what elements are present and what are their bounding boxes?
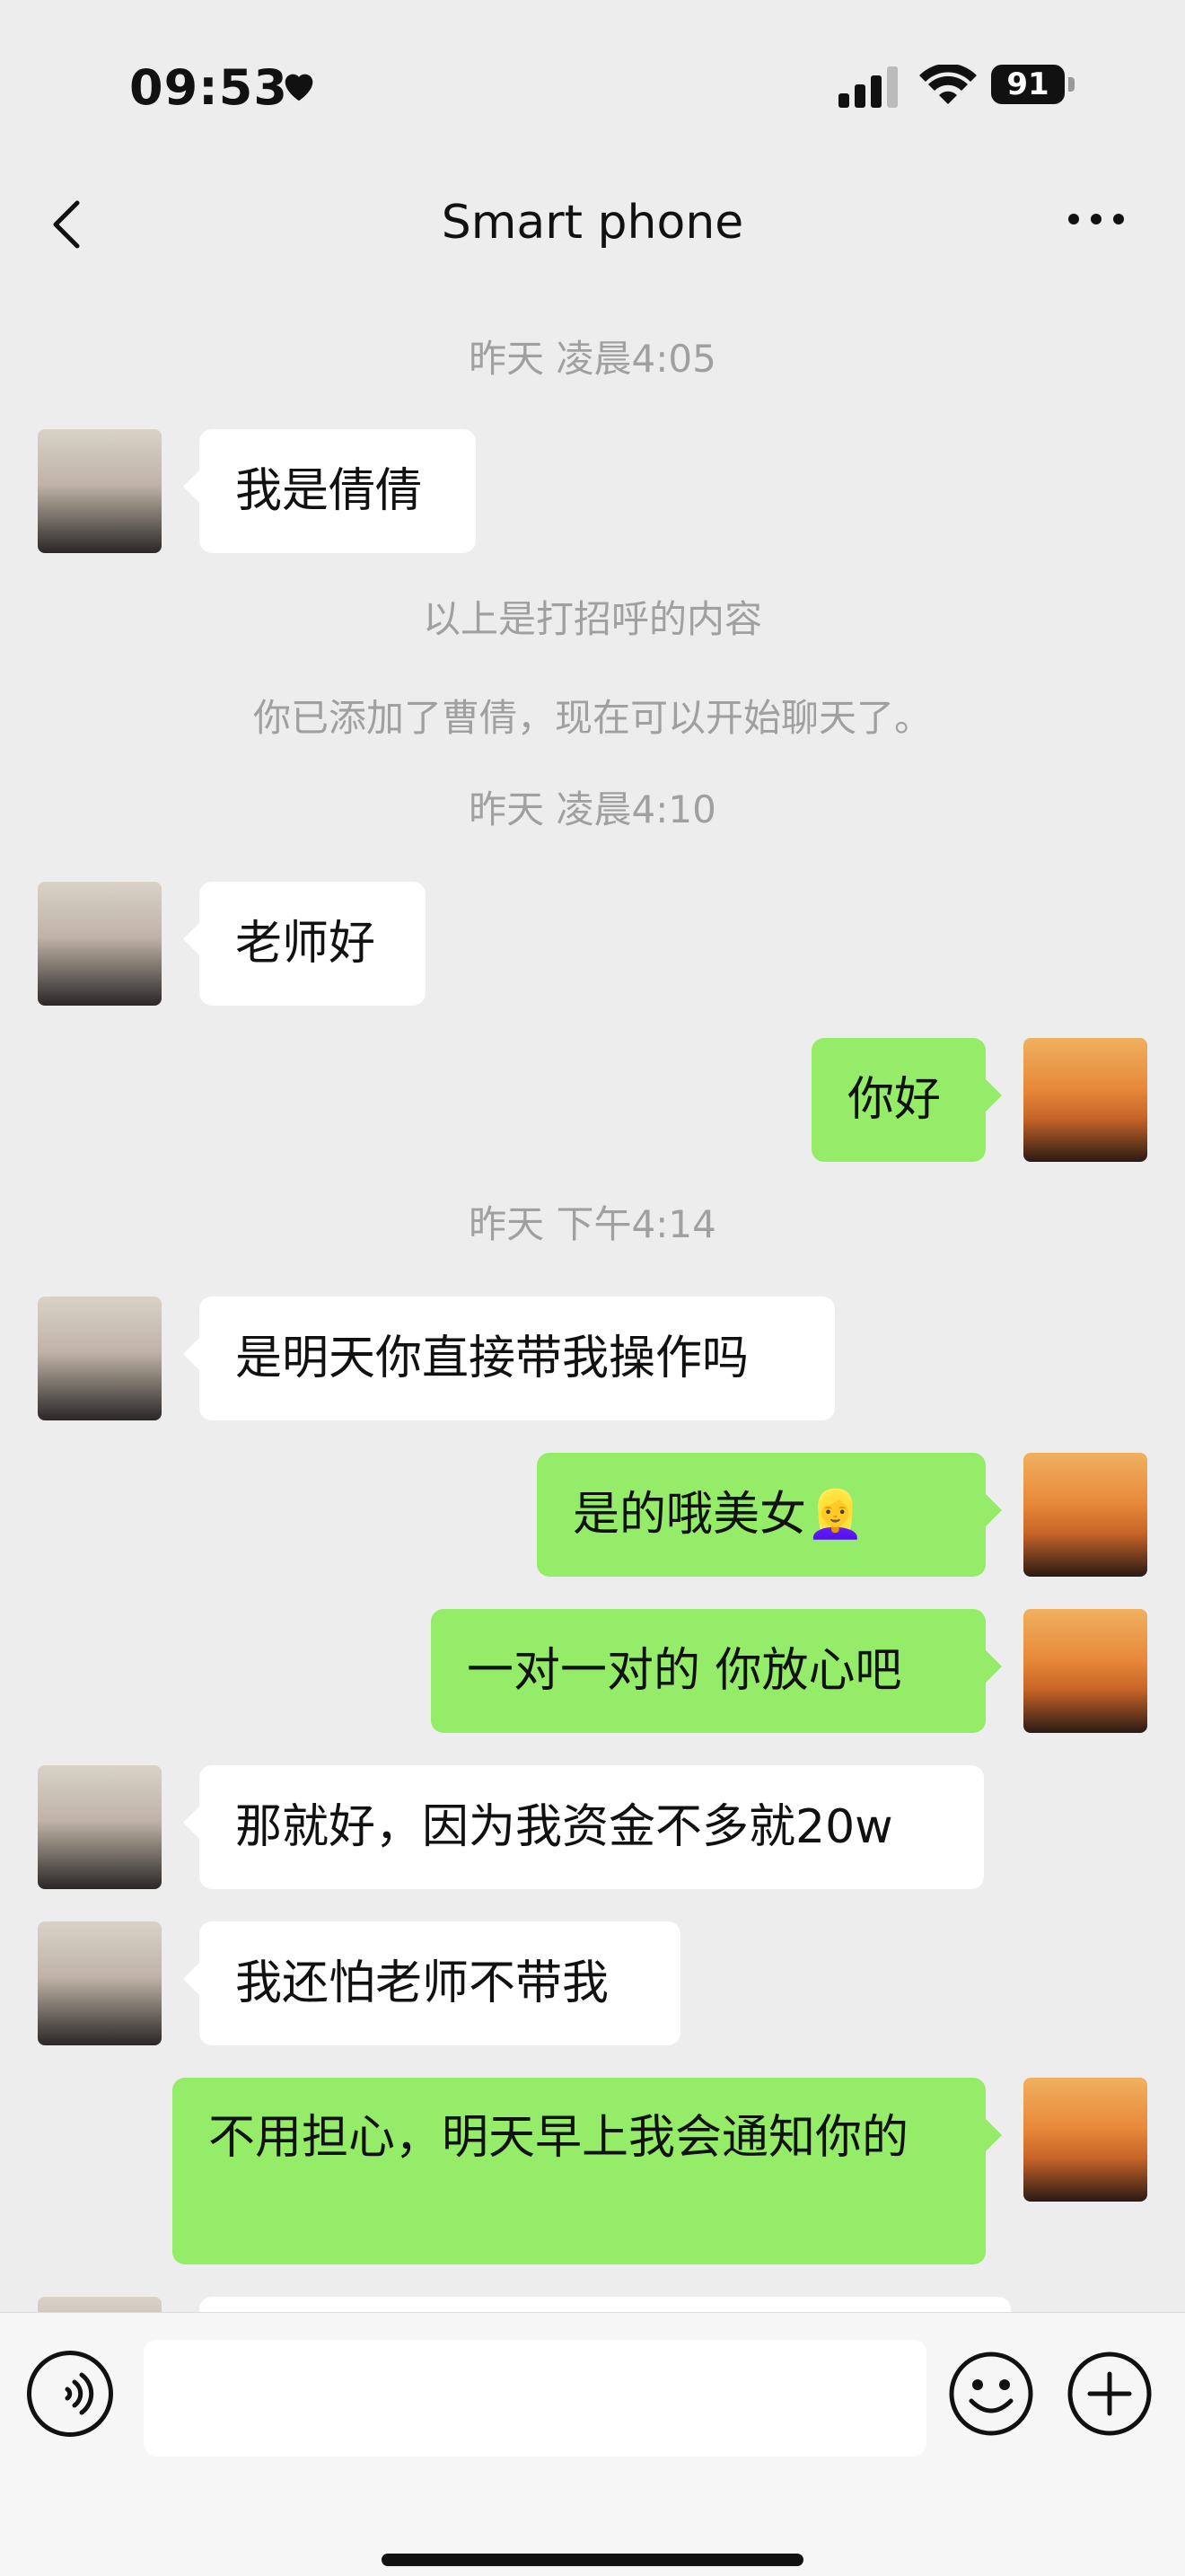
emoji-icon[interactable] xyxy=(948,2351,1034,2437)
message-bubble-in[interactable]: 是明天你直接带我操作吗 xyxy=(183,1297,835,1420)
message-bubble-in[interactable] xyxy=(199,2297,1011,2312)
status-time: 09:53 xyxy=(129,59,288,116)
message-bubble-out[interactable]: 不用担心，明天早上我会通知你的 xyxy=(172,2078,1002,2264)
home-indicator[interactable] xyxy=(382,2554,803,2566)
timestamp: 昨天 凌晨4:05 xyxy=(469,337,716,381)
wifi-icon xyxy=(919,65,977,104)
input-bar xyxy=(0,2312,1185,2576)
battery-level: 91 xyxy=(991,65,1065,104)
plus-icon[interactable] xyxy=(1066,2351,1153,2437)
contact-avatar[interactable] xyxy=(38,2297,162,2312)
message-input[interactable] xyxy=(144,2340,926,2457)
my-avatar[interactable] xyxy=(1023,1038,1147,1162)
timestamp: 昨天 下午4:14 xyxy=(469,1202,716,1246)
my-avatar[interactable] xyxy=(1023,1453,1147,1577)
battery-tip xyxy=(1068,77,1075,92)
signal-icon xyxy=(838,66,898,108)
contact-avatar[interactable] xyxy=(38,429,162,553)
message-bubble-in[interactable]: 我还怕老师不带我 xyxy=(183,1921,680,2045)
my-avatar[interactable] xyxy=(1023,1609,1147,1733)
chat-header: Smart phone xyxy=(0,153,1185,296)
message-bubble-out[interactable]: 你好 xyxy=(812,1038,1002,1162)
message-bubble-in[interactable]: 那就好，因为我资金不多就20w xyxy=(183,1765,984,1889)
contact-avatar[interactable] xyxy=(38,1921,162,2045)
my-avatar[interactable] xyxy=(1023,2078,1147,2202)
contact-avatar[interactable] xyxy=(38,882,162,1006)
system-message: 你已添加了曹倩，现在可以开始聊天了。 xyxy=(252,696,932,740)
message-bubble-in[interactable]: 老师好 xyxy=(183,882,426,1006)
message-list[interactable]: 昨天 凌晨4:05 我是倩倩 以上是打招呼的内容 你已添加了曹倩，现在可以开始聊… xyxy=(0,296,1185,2312)
contact-avatar[interactable] xyxy=(38,1297,162,1420)
status-bar: 09:53 91 xyxy=(0,0,1185,153)
message-bubble-in[interactable]: 我是倩倩 xyxy=(183,429,476,553)
message-bubble-out[interactable]: 一对一对的 你放心吧 xyxy=(431,1609,1002,1733)
more-icon[interactable] xyxy=(1066,208,1126,230)
heart-icon xyxy=(285,74,313,101)
system-message: 以上是打招呼的内容 xyxy=(422,597,762,641)
voice-icon[interactable] xyxy=(27,2351,113,2437)
contact-avatar[interactable] xyxy=(38,1765,162,1889)
battery-icon: 91 xyxy=(991,65,1075,106)
chat-title: Smart phone xyxy=(441,196,744,250)
message-bubble-out[interactable]: 是的哦美女👱‍♀️ xyxy=(537,1453,1002,1577)
timestamp: 昨天 凌晨4:10 xyxy=(469,787,716,831)
